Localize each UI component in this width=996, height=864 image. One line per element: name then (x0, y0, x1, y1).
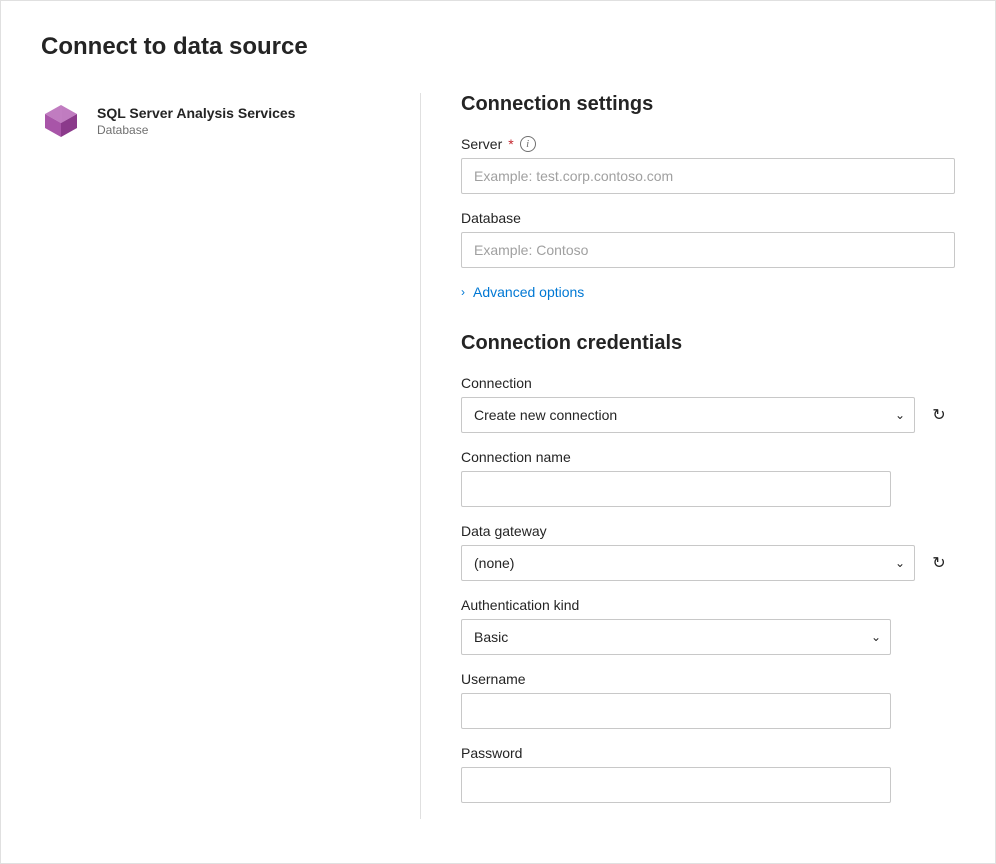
auth-kind-select-container: Basic Windows OAuth ⌄ (461, 619, 891, 655)
left-panel: SQL Server Analysis Services Database (41, 93, 421, 819)
data-gateway-field-group: Data gateway (none) ⌄ ↻ (461, 523, 955, 581)
connection-name-label: Connection name (461, 449, 955, 465)
connection-label: Connection (461, 375, 955, 391)
advanced-options-toggle[interactable]: › Advanced options (461, 284, 955, 300)
auth-kind-label: Authentication kind (461, 597, 955, 613)
auth-kind-select[interactable]: Basic Windows OAuth (461, 619, 891, 655)
data-gateway-label: Data gateway (461, 523, 955, 539)
data-source-item: SQL Server Analysis Services Database (41, 93, 380, 149)
cube-icon (41, 101, 81, 141)
data-source-name: SQL Server Analysis Services (97, 105, 295, 121)
username-input[interactable] (461, 693, 891, 729)
database-field-group: Database (461, 210, 955, 268)
data-gateway-select[interactable]: (none) (461, 545, 915, 581)
connection-name-input[interactable]: Connection (461, 471, 891, 507)
data-source-type: Database (97, 123, 295, 137)
connection-refresh-button[interactable]: ↻ (923, 399, 955, 431)
page-container: Connect to data source (0, 0, 996, 864)
credentials-section: Connection credentials Connection Create… (461, 332, 955, 803)
server-label: Server * i (461, 136, 955, 152)
connection-select-container: Create new connection ⌄ (461, 397, 915, 433)
database-label: Database (461, 210, 955, 226)
chevron-right-icon: › (461, 285, 465, 299)
data-gateway-select-container: (none) ⌄ (461, 545, 915, 581)
server-info-icon[interactable]: i (520, 136, 536, 152)
right-panel: Connection settings Server * i Database (421, 93, 955, 819)
connection-field-group: Connection Create new connection ⌄ ↻ (461, 375, 955, 433)
auth-kind-field-group: Authentication kind Basic Windows OAuth … (461, 597, 955, 655)
content-layout: SQL Server Analysis Services Database Co… (41, 93, 955, 819)
server-field-group: Server * i (461, 136, 955, 194)
connection-credentials-title: Connection credentials (461, 332, 955, 355)
password-input[interactable] (461, 767, 891, 803)
username-field-group: Username (461, 671, 955, 729)
database-input[interactable] (461, 232, 955, 268)
connection-settings-title: Connection settings (461, 93, 955, 116)
server-input[interactable] (461, 158, 955, 194)
required-indicator: * (508, 136, 513, 152)
data-gateway-row: (none) ⌄ ↻ (461, 545, 955, 581)
username-label: Username (461, 671, 955, 687)
page-title: Connect to data source (41, 33, 955, 61)
password-label: Password (461, 745, 955, 761)
data-source-info: SQL Server Analysis Services Database (97, 105, 295, 137)
connection-name-field-group: Connection name Connection (461, 449, 955, 507)
connection-select[interactable]: Create new connection (461, 397, 915, 433)
data-gateway-refresh-button[interactable]: ↻ (923, 547, 955, 579)
refresh-icon: ↻ (932, 405, 945, 425)
password-field-group: Password (461, 745, 955, 803)
connection-row: Create new connection ⌄ ↻ (461, 397, 955, 433)
refresh-icon-2: ↻ (932, 553, 945, 573)
